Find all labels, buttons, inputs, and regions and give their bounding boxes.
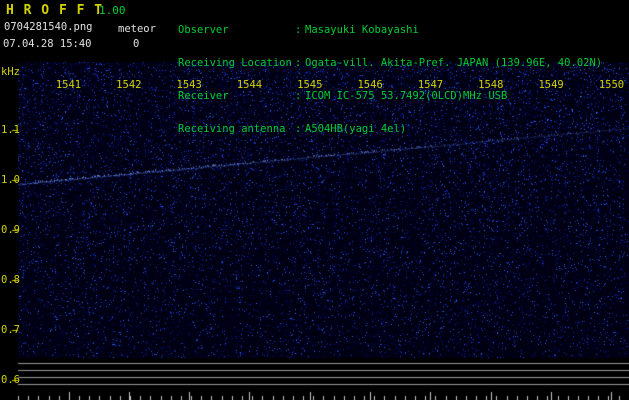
x-tick-label: 1546 bbox=[357, 79, 383, 91]
x-tick-label: 1541 bbox=[55, 79, 82, 91]
x-tick-label: 1548 bbox=[478, 79, 504, 91]
hrofft-output: H R O F F T 1.00 0704281540.png meteor 0… bbox=[0, 0, 629, 400]
y-tick-label: 0.8 bbox=[1, 274, 20, 286]
info-colon: : bbox=[295, 24, 302, 36]
info-row-receiver: Receiver: ICOM IC-575 53.7492(0LCD)MHz US… bbox=[178, 91, 602, 103]
info-row-location: Receiving Location: Ogata-vill. Akita-Pre… bbox=[178, 58, 602, 70]
x-tick-label: 1547 bbox=[417, 79, 444, 91]
x-tick-label: 1550 bbox=[598, 79, 625, 91]
capture-timestamp: 07.04.28 15:40 bbox=[3, 38, 92, 50]
info-value: A504HB(yagi 4el) bbox=[305, 123, 407, 135]
x-tick-label: 1542 bbox=[116, 79, 142, 91]
y-tick-label: 0.6 bbox=[1, 374, 20, 386]
info-colon: : bbox=[295, 90, 302, 102]
app-version: 1.00 bbox=[99, 4, 126, 17]
x-tick-label: 1549 bbox=[538, 79, 564, 91]
info-colon: : bbox=[295, 57, 302, 69]
info-colon: : bbox=[295, 123, 302, 135]
info-label: Receiving Location bbox=[178, 57, 292, 69]
x-tick-label: 1544 bbox=[236, 79, 263, 91]
y-tick-label: 0.7 bbox=[1, 324, 20, 336]
app-title: H R O F F T bbox=[6, 3, 104, 18]
y-tick-label: 1.0 bbox=[1, 174, 20, 186]
y-tick-label: 1.1 bbox=[1, 124, 20, 136]
y-tick-label: 0.9 bbox=[1, 224, 20, 236]
info-value: Masayuki Kobayashi bbox=[305, 24, 419, 36]
x-tick-label: 1543 bbox=[176, 79, 202, 91]
info-label: Receiving antenna bbox=[178, 123, 286, 135]
info-label: Receiver bbox=[178, 90, 229, 102]
info-value: ICOM IC-575 53.7492(0LCD)MHz USB bbox=[305, 90, 508, 102]
info-label: Observer bbox=[178, 24, 229, 36]
info-row-antenna: Receiving antenna: A504HB(yagi 4el) bbox=[178, 124, 602, 136]
meteor-count-value: 0 bbox=[133, 38, 140, 50]
y-axis-unit: kHz bbox=[1, 66, 20, 78]
info-row-observer: Observer: Masayuki Kobayashi bbox=[178, 25, 602, 37]
meteor-count-label: meteor bbox=[118, 23, 156, 35]
info-value: Ogata-vill. Akita-Pref. JAPAN (139.96E, … bbox=[305, 57, 603, 69]
output-filename: 0704281540.png bbox=[4, 21, 93, 33]
x-tick-label: 1545 bbox=[297, 79, 323, 91]
